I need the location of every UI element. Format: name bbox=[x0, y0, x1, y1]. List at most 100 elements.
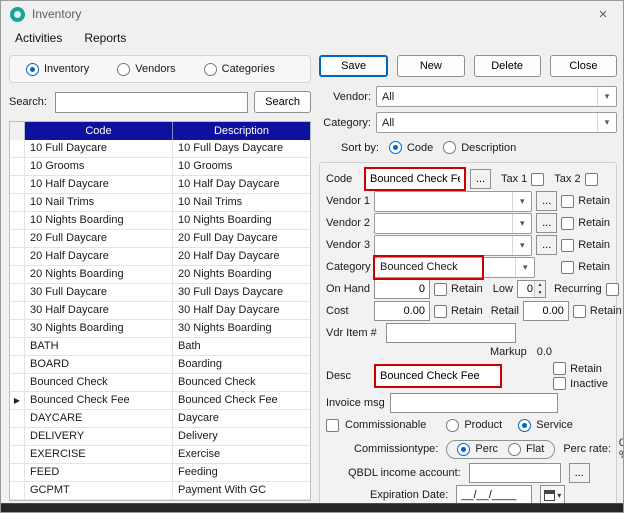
desc-retain-option[interactable]: Retain bbox=[553, 362, 608, 375]
table-row[interactable]: DAYCARE Daycare bbox=[10, 410, 310, 428]
desc-label: Desc bbox=[326, 370, 352, 382]
table-row[interactable]: DELIVERY Delivery bbox=[10, 428, 310, 446]
category-retain-checkbox[interactable] bbox=[561, 260, 575, 274]
radio-inventory[interactable]: Inventory bbox=[26, 62, 89, 76]
cost-input[interactable] bbox=[374, 301, 430, 321]
commissionable-checkbox[interactable] bbox=[326, 418, 339, 432]
flat-radio[interactable]: Flat bbox=[507, 442, 544, 456]
table-row[interactable]: 10 Nail Trims 10 Nail Trims bbox=[10, 194, 310, 212]
cell-code: FEED bbox=[25, 464, 173, 481]
table-row[interactable]: BOARD Boarding bbox=[10, 356, 310, 374]
qbdl-lookup-button[interactable]: ... bbox=[568, 463, 590, 483]
table-row[interactable]: 30 Nights Boarding 30 Nights Boarding bbox=[10, 320, 310, 338]
product-radio[interactable]: Product bbox=[446, 418, 502, 432]
chevron-down-icon[interactable]: ▾ bbox=[515, 257, 534, 277]
header-code[interactable]: Code bbox=[25, 122, 173, 140]
vendor3-lookup-button[interactable]: ... bbox=[536, 235, 558, 255]
tax2-label: Tax 2 bbox=[554, 173, 581, 185]
expiration-date-input[interactable] bbox=[456, 485, 533, 505]
menu-activities[interactable]: Activities bbox=[15, 31, 62, 45]
delete-button[interactable]: Delete bbox=[473, 55, 541, 77]
inactive-option[interactable]: Inactive bbox=[553, 377, 608, 390]
vdr-item-input[interactable] bbox=[386, 323, 516, 343]
perc-label: Perc bbox=[475, 443, 498, 455]
chevron-down-icon[interactable]: ▾ bbox=[512, 235, 531, 255]
search-input[interactable] bbox=[55, 91, 249, 113]
vendor2-retain-checkbox[interactable] bbox=[561, 216, 575, 230]
perc-radio[interactable]: Perc bbox=[457, 442, 498, 456]
radio-categories[interactable]: Categories bbox=[203, 62, 275, 76]
service-radio[interactable]: Service bbox=[518, 418, 573, 432]
low-stepper[interactable]: ▲ ▼ bbox=[516, 280, 546, 298]
low-input[interactable] bbox=[517, 281, 534, 297]
retail-input[interactable] bbox=[522, 301, 569, 321]
code-label: Code bbox=[326, 173, 353, 185]
save-button[interactable]: Save bbox=[319, 55, 389, 77]
date-picker-button[interactable]: ▾ bbox=[540, 485, 566, 505]
cost-retain-checkbox[interactable] bbox=[434, 304, 447, 318]
chevron-down-icon[interactable]: ▾ bbox=[597, 113, 616, 132]
new-button[interactable]: New bbox=[397, 55, 465, 77]
table-row[interactable]: 30 Half Daycare 30 Half Day Daycare bbox=[10, 302, 310, 320]
chevron-down-icon[interactable]: ▾ bbox=[512, 213, 531, 233]
cell-code: 30 Full Daycare bbox=[25, 284, 173, 301]
vendor3-dropdown[interactable]: ▾ bbox=[374, 234, 533, 256]
category-dropdown[interactable]: Bounced Check ▾ bbox=[373, 254, 536, 280]
chevron-down-icon[interactable]: ▾ bbox=[512, 191, 531, 211]
vendor1-retain-checkbox[interactable] bbox=[561, 194, 575, 208]
table-row[interactable]: Bounced Check Bounced Check bbox=[10, 374, 310, 392]
qbdl-input[interactable] bbox=[468, 463, 561, 483]
table-row[interactable]: BATH Bath bbox=[10, 338, 310, 356]
menu-reports[interactable]: Reports bbox=[84, 31, 126, 45]
code-input[interactable] bbox=[366, 169, 464, 189]
table-row[interactable]: FEED Feeding bbox=[10, 464, 310, 482]
desc-retain-checkbox[interactable] bbox=[553, 362, 567, 375]
vendor2-lookup-button[interactable]: ... bbox=[536, 213, 558, 233]
on-hand-retain-checkbox[interactable] bbox=[434, 282, 447, 296]
retail-retain-checkbox[interactable] bbox=[572, 304, 586, 318]
vendor1-dropdown[interactable]: ▾ bbox=[374, 190, 533, 212]
table-row[interactable]: 10 Grooms 10 Grooms bbox=[10, 158, 310, 176]
spin-down-icon[interactable]: ▼ bbox=[534, 289, 545, 297]
header-description[interactable]: Description bbox=[173, 122, 310, 140]
invoice-msg-input[interactable] bbox=[390, 393, 558, 413]
vendor-filter-dropdown[interactable]: All ▾ bbox=[376, 86, 617, 107]
table-row[interactable]: 10 Half Daycare 10 Half Day Daycare bbox=[10, 176, 310, 194]
table-row[interactable]: 10 Nights Boarding 10 Nights Boarding bbox=[10, 212, 310, 230]
vendor2-dropdown[interactable]: ▾ bbox=[374, 212, 533, 234]
inactive-label: Inactive bbox=[570, 377, 608, 390]
vendor1-lookup-button[interactable]: ... bbox=[536, 191, 558, 211]
cell-description: Daycare bbox=[178, 412, 219, 424]
close-icon[interactable]: × bbox=[592, 6, 614, 23]
radio-vendors[interactable]: Vendors bbox=[117, 62, 176, 76]
table-row[interactable]: 20 Nights Boarding 20 Nights Boarding bbox=[10, 266, 310, 284]
row-marker bbox=[10, 482, 25, 499]
search-button[interactable]: Search bbox=[254, 91, 311, 113]
category-filter-dropdown[interactable]: All ▾ bbox=[376, 112, 617, 133]
cell-code: 10 Grooms bbox=[25, 158, 173, 175]
vendor2-retain-label: Retain bbox=[578, 217, 610, 229]
close-button[interactable]: Close bbox=[549, 55, 617, 77]
table-row[interactable]: EXERCISE Exercise bbox=[10, 446, 310, 464]
on-hand-input[interactable] bbox=[374, 279, 430, 299]
inactive-checkbox[interactable] bbox=[553, 377, 567, 390]
cost-retain-label: Retain bbox=[451, 305, 483, 317]
low-label: Low bbox=[492, 283, 513, 295]
desc-input[interactable] bbox=[376, 366, 500, 386]
tax2-checkbox[interactable] bbox=[584, 172, 598, 186]
table-row[interactable]: 20 Full Daycare 20 Full Day Daycare bbox=[10, 230, 310, 248]
vendor3-retain-checkbox[interactable] bbox=[561, 238, 575, 252]
table-row[interactable]: 30 Full Daycare 30 Full Days Daycare bbox=[10, 284, 310, 302]
sort-by-code[interactable]: Code bbox=[388, 141, 433, 154]
code-lookup-button[interactable]: ... bbox=[470, 169, 491, 189]
table-row[interactable]: ▶ Bounced Check Fee Bounced Check Fee bbox=[10, 392, 310, 410]
tax1-checkbox[interactable] bbox=[531, 172, 545, 186]
cell-description: 30 Full Days Daycare bbox=[178, 286, 284, 298]
table-row[interactable]: 10 Full Daycare 10 Full Days Daycare bbox=[10, 140, 310, 158]
table-row[interactable]: GCPMT Payment With GC bbox=[10, 482, 310, 500]
recurring-checkbox[interactable] bbox=[605, 282, 619, 296]
sort-by-description[interactable]: Description bbox=[443, 141, 516, 154]
chevron-down-icon[interactable]: ▾ bbox=[597, 87, 616, 106]
table-row[interactable]: 20 Half Daycare 20 Half Day Daycare bbox=[10, 248, 310, 266]
spin-up-icon[interactable]: ▲ bbox=[534, 281, 545, 289]
